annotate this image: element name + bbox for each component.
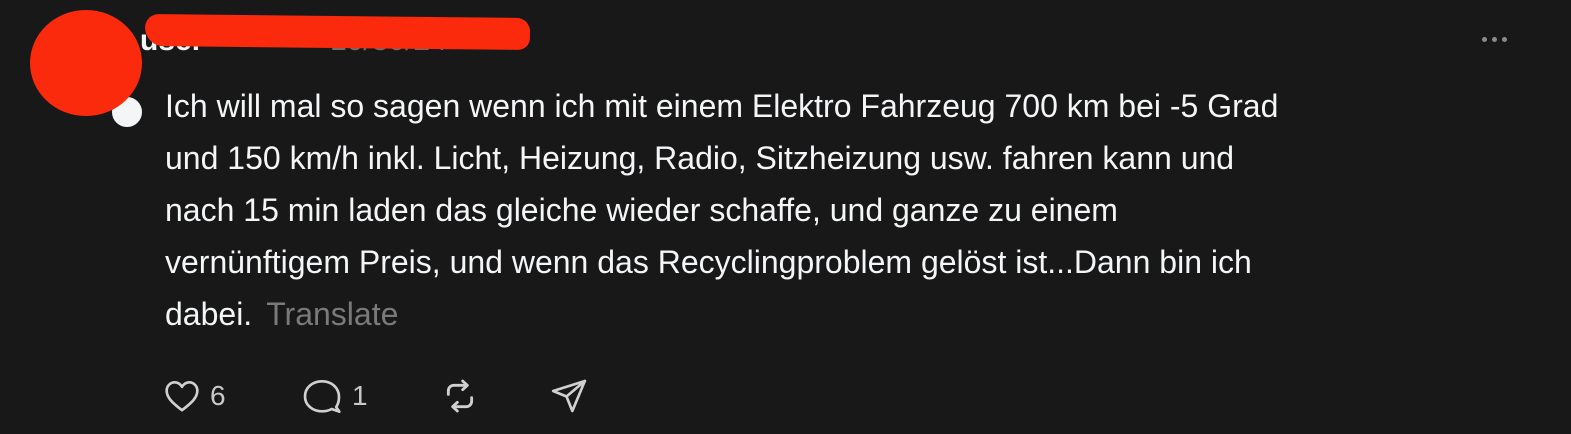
- thread-post: user 10/30/24 Ich will mal so sagen wenn…: [0, 0, 1571, 434]
- send-icon: [551, 379, 587, 413]
- more-dot: [1501, 36, 1507, 42]
- more-horizontal-icon: [1481, 36, 1487, 42]
- reply-count: 1: [352, 380, 368, 411]
- more-options-button[interactable]: [1472, 22, 1516, 56]
- like-button[interactable]: 6: [162, 372, 226, 420]
- heart-icon: [165, 381, 199, 412]
- action-bar: 6 1: [160, 372, 660, 422]
- post-body: Ich will mal so sagen wenn ich mit einem…: [165, 80, 1495, 340]
- comment-icon: [303, 380, 341, 413]
- reply-button[interactable]: 1: [300, 372, 368, 420]
- avatar-redaction: [30, 10, 142, 116]
- avatar[interactable]: [30, 10, 146, 131]
- header-redaction: [144, 13, 531, 51]
- share-button[interactable]: [548, 372, 590, 420]
- more-dot: [1491, 36, 1497, 42]
- translate-link[interactable]: Translate: [266, 296, 398, 332]
- repost-button[interactable]: [438, 372, 482, 420]
- repost-icon: [446, 379, 474, 413]
- like-count: 6: [210, 380, 226, 411]
